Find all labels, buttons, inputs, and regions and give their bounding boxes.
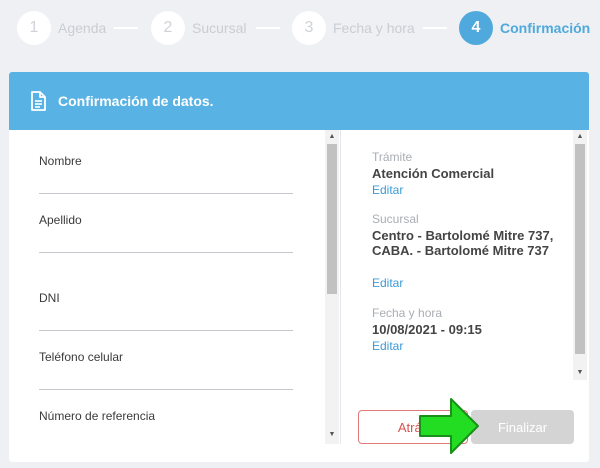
summary-scrollbar[interactable]: ▲ ▼ — [573, 130, 587, 380]
finish-button[interactable]: Finalizar — [471, 410, 574, 444]
edit-sucursal-link[interactable]: Editar — [372, 276, 403, 290]
field-label: Apellido — [39, 213, 82, 227]
scroll-up-icon[interactable]: ▲ — [325, 130, 339, 142]
step-confirmacion[interactable]: 4 Confirmación — [459, 11, 590, 45]
card-header: Confirmación de datos. — [9, 72, 589, 130]
confirmation-card: Confirmación de datos. Nombre Apellido D… — [9, 72, 589, 462]
form-scrollbar[interactable]: ▲ ▼ — [325, 130, 339, 444]
edit-fecha-link[interactable]: Editar — [372, 339, 403, 353]
scroll-thumb[interactable] — [327, 144, 337, 294]
card-title: Confirmación de datos. — [58, 93, 214, 109]
edit-tramite-link[interactable]: Editar — [372, 183, 403, 197]
sucursal-value: Centro - Bartolomé Mitre 737, CABA. - Ba… — [372, 228, 554, 258]
nombre-field[interactable]: Nombre — [39, 154, 293, 194]
step-number: 1 — [17, 11, 51, 45]
field-underline — [39, 389, 293, 390]
pointer-arrow-icon — [419, 398, 479, 454]
fecha-value: 10/08/2021 - 09:15 — [372, 322, 482, 337]
step-label: Fecha y hora — [333, 20, 415, 36]
step-number: 2 — [151, 11, 185, 45]
step-number: 3 — [292, 11, 326, 45]
stepper: 1 Agenda 2 Sucursal 3 Fecha y hora 4 Con… — [0, 0, 600, 56]
field-label: Número de referencia — [39, 409, 156, 423]
step-number: 4 — [459, 11, 493, 45]
step-connector — [256, 27, 280, 29]
step-connector — [114, 27, 138, 29]
sucursal-label: Sucursal — [372, 212, 419, 226]
step-label: Sucursal — [192, 20, 247, 36]
dni-field[interactable]: DNI — [39, 291, 293, 331]
summary-panel: Trámite Atención Comercial Editar Sucurs… — [343, 130, 589, 380]
document-icon — [31, 91, 46, 111]
numero-referencia-field[interactable]: Número de referencia — [39, 409, 293, 423]
step-label: Agenda — [58, 20, 107, 36]
field-underline — [39, 252, 293, 253]
tramite-label: Trámite — [372, 150, 413, 164]
apellido-field[interactable]: Apellido — [39, 213, 293, 253]
step-agenda[interactable]: 1 Agenda — [17, 11, 106, 45]
fecha-label: Fecha y hora — [372, 306, 443, 320]
step-fecha-hora[interactable]: 3 Fecha y hora — [292, 11, 415, 45]
field-underline — [39, 193, 293, 194]
step-sucursal[interactable]: 2 Sucursal — [151, 11, 246, 45]
field-label: Nombre — [39, 154, 82, 168]
step-connector — [423, 27, 447, 29]
step-label: Confirmación — [500, 20, 591, 36]
field-underline — [39, 330, 293, 331]
scroll-up-icon[interactable]: ▲ — [573, 130, 587, 142]
field-label: Teléfono celular — [39, 350, 124, 364]
tramite-value: Atención Comercial — [372, 166, 495, 181]
telefono-celular-field[interactable]: Teléfono celular — [39, 350, 293, 390]
scroll-thumb[interactable] — [575, 144, 585, 354]
form-panel: Nombre Apellido DNI Teléfono celular Núm… — [9, 130, 341, 444]
scroll-down-icon[interactable]: ▼ — [573, 366, 587, 378]
scroll-down-icon[interactable]: ▼ — [325, 428, 339, 440]
field-label: DNI — [39, 291, 60, 305]
